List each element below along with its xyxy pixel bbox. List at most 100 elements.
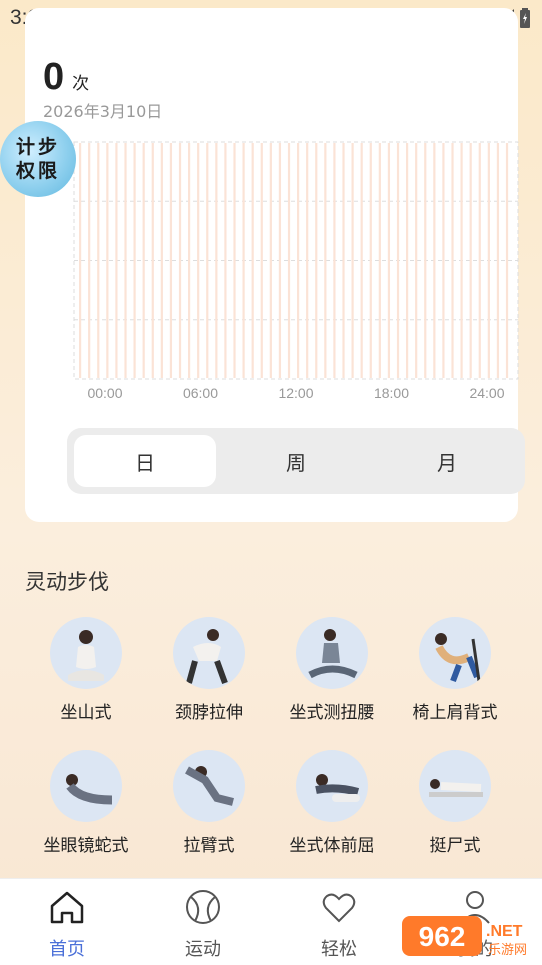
chart-bar [442,143,445,378]
count-value: 0 [43,56,65,98]
pose-item[interactable]: 坐山式 [26,617,146,723]
chart-bar [451,143,454,378]
pose-label: 坐式体前屈 [289,836,375,856]
chart-bar [297,143,300,378]
chart-bar [505,143,509,378]
chart-bar [278,143,282,378]
chart-bar [206,143,209,378]
step-count: 0 次 [43,56,89,99]
pose-image [419,617,491,689]
chart-bar [469,143,472,378]
chart-bar [424,143,427,378]
chart-bar [242,143,245,378]
tab-home[interactable]: 首页 [22,887,112,961]
pose-item[interactable]: 椅上肩背式 [395,617,515,723]
chart-bar [260,143,263,378]
pose-label: 坐山式 [60,703,112,723]
chart-bar [233,143,236,378]
chart-bar [342,143,345,378]
home-icon [50,891,84,924]
ball-icon [186,890,220,924]
watermark-logo: 962 .NET 乐游网 [402,916,527,958]
chart-bar [151,143,154,378]
pose-item[interactable]: 拉臂式 [149,750,269,856]
chart-bar [433,143,436,378]
chart-bar [378,143,381,378]
chart-bar [88,143,91,378]
pose-image [296,750,368,822]
chart-bar [287,143,291,378]
chart-bar [415,143,418,378]
chart-bar [460,143,463,378]
pose-item[interactable]: 坐式测扭腰 [272,617,392,723]
tab-sport[interactable]: 运动 [158,887,248,961]
watermark-suffix: .NET [486,923,523,940]
chart-bar [188,143,191,378]
chart-bar [224,143,227,378]
chart-bar [478,143,481,378]
period-segment: 日 周 月 [67,428,525,494]
chart-bar [142,143,145,378]
chart-bar [360,143,363,378]
pose-item[interactable]: 坐式体前屈 [272,750,392,856]
chart-bar [124,143,127,378]
pose-image [173,617,245,689]
x-tick-label: 24:00 [469,385,504,401]
tab-label: 首页 [49,939,85,960]
tab-month[interactable]: 月 [376,435,518,487]
pose-image [419,750,491,822]
pose-image [173,750,245,822]
pose-item[interactable]: 挺尸式 [395,750,515,856]
chart-grid [73,141,519,380]
battery-icon [520,8,530,28]
chart-bar [333,143,336,378]
chart-bar [169,143,173,378]
pose-item[interactable]: 坐眼镜蛇式 [26,750,146,856]
step-permission-button[interactable]: 计步 权限 [0,121,76,197]
x-tick-label: 18:00 [374,385,409,401]
chart-bar [133,143,136,378]
pose-image [50,617,122,689]
chart-bar [79,143,82,378]
chart-bar [406,143,409,378]
x-tick-label: 00:00 [87,385,122,401]
chart-bar [369,143,372,378]
chart-bar [197,143,200,378]
chart-bar [251,143,254,378]
pose-label: 拉臂式 [183,836,235,856]
pose-image [296,617,368,689]
pose-label: 坐式测扭腰 [289,703,375,723]
step-stats-card: 0 次 2026年3月10日 00:00 06:00 12:00 18:00 24:00… [25,8,525,522]
tab-label: 轻松 [321,939,357,960]
permission-line-1: 计步 [15,136,60,158]
chart-bar [487,143,490,378]
pose-image [50,750,122,822]
section-title: 灵动步伐 [25,570,109,594]
tab-relax[interactable]: 轻松 [294,887,384,961]
chart-bar [324,143,327,378]
chart-bar [178,143,182,378]
chart-bar [496,143,500,378]
count-unit: 次 [72,74,90,94]
tab-day[interactable]: 日 [74,435,216,487]
tab-week[interactable]: 周 [225,435,367,487]
heart-icon [322,893,356,923]
x-tick-label: 06:00 [183,385,218,401]
pose-label: 颈脖拉伸 [175,703,243,723]
pose-label: 挺尸式 [429,836,481,856]
permission-line-2: 权限 [15,160,60,182]
tab-label: 运动 [185,939,221,960]
chart-bar [115,143,118,378]
pose-item[interactable]: 颈脖拉伸 [149,617,269,723]
chart-bar [387,143,391,378]
chart-bar [97,143,100,378]
chart-bar [306,143,309,378]
step-chart: 00:00 06:00 12:00 18:00 24:00 [73,141,519,401]
chart-bar [215,143,218,378]
chart-bar [351,143,354,378]
x-tick-label: 12:00 [278,385,313,401]
chart-bar [106,143,109,378]
watermark-number: 962 [419,921,466,952]
chart-bar [160,143,163,378]
watermark-sub: 乐游网 [488,943,527,958]
